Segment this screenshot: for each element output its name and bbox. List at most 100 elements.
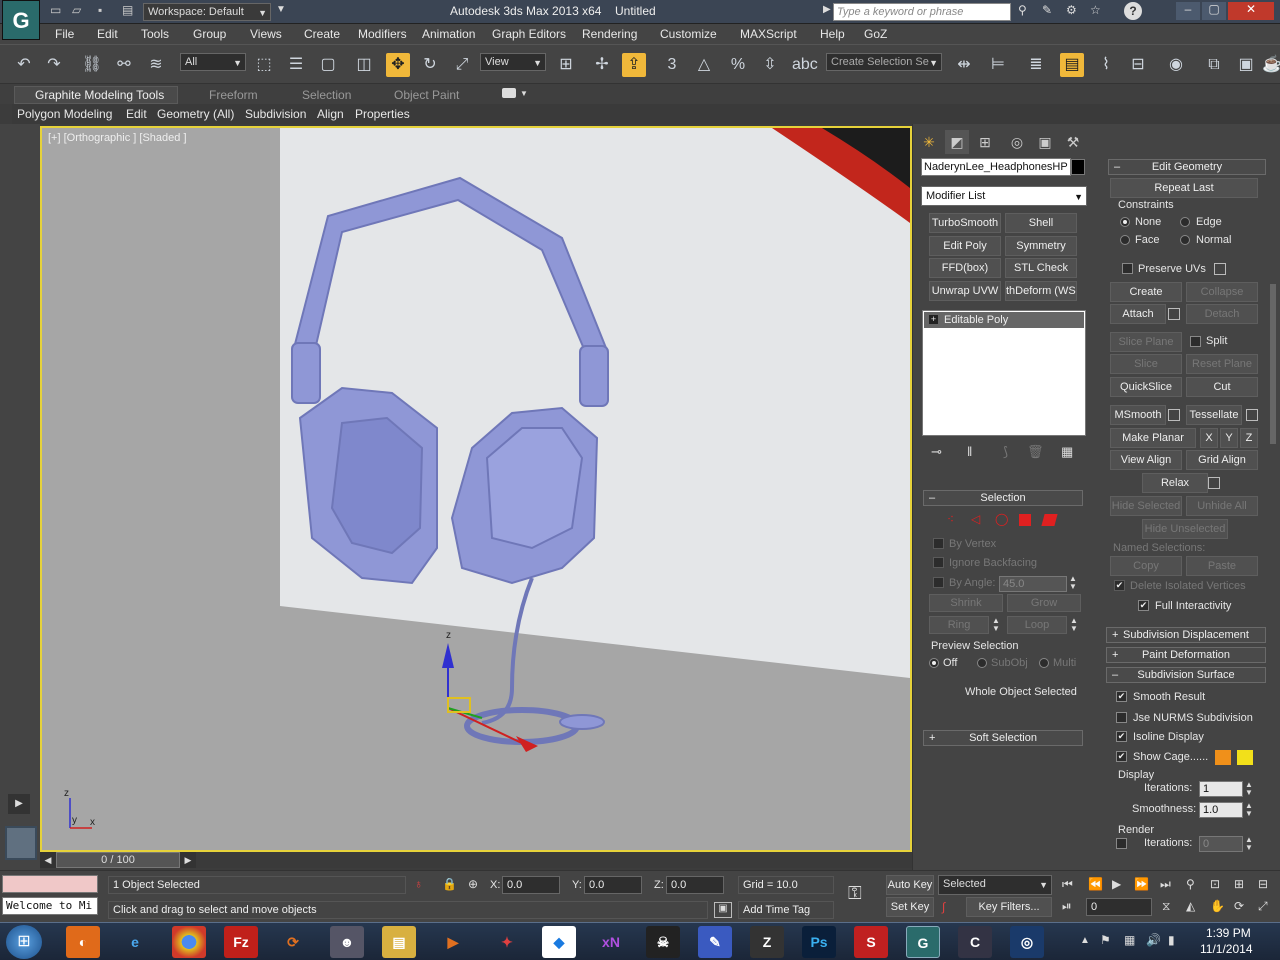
cage-color-swatch-2[interactable] <box>1237 750 1253 765</box>
planar-x-button[interactable]: X <box>1200 428 1218 448</box>
tab-graphite-modeling-tools[interactable]: Graphite Modeling Tools <box>14 86 178 104</box>
smooth-result-checkbox[interactable]: ✔ <box>1116 691 1127 702</box>
ignore-backfacing-checkbox[interactable] <box>933 557 944 568</box>
repeat-last-button[interactable]: Repeat Last <box>1110 178 1258 198</box>
align-icon[interactable]: ⊨ <box>986 53 1010 77</box>
favorites-icon[interactable]: ☆ <box>1090 3 1101 17</box>
hierarchy-tab-icon[interactable]: ⊞ <box>973 130 997 154</box>
time-slider[interactable]: ◀ 0 / 100 ▶ <box>40 852 912 868</box>
edit-poly-button[interactable]: Edit Poly <box>929 236 1001 256</box>
soft-selection-rollout-header[interactable]: + Soft Selection <box>923 730 1083 746</box>
menu-edit[interactable]: Edit <box>97 27 118 41</box>
constraint-face-radio[interactable] <box>1120 235 1130 245</box>
create-selection-set-dropdown[interactable]: Create Selection Se ▼ <box>826 53 942 71</box>
delete-isolated-checkbox[interactable]: ✔ <box>1114 580 1125 591</box>
attach-button[interactable]: Attach <box>1110 304 1166 324</box>
subtab-align[interactable]: Align <box>317 107 344 121</box>
show-cage-checkbox[interactable]: ✔ <box>1116 751 1127 762</box>
x-coordinate-field[interactable]: 0.0 <box>502 876 560 894</box>
make-planar-button[interactable]: Make Planar <box>1110 428 1196 448</box>
chrome-icon[interactable] <box>172 926 206 958</box>
app-logo-icon[interactable]: G <box>2 0 40 40</box>
search-arrow-icon[interactable]: ▶ <box>823 4 831 15</box>
minimize-button[interactable]: – <box>1176 2 1200 20</box>
shrink-button[interactable]: Shrink <box>929 594 1003 612</box>
slice-button[interactable]: Slice <box>1110 354 1182 374</box>
media-player-icon[interactable]: ▶ <box>436 926 470 958</box>
time-tag-icon[interactable]: ▣ <box>714 902 732 918</box>
tray-network-icon[interactable]: ▦ <box>1124 933 1135 947</box>
pivot-center-icon[interactable]: ⊞ <box>554 53 578 77</box>
steam-app-icon[interactable]: ☠ <box>646 926 680 958</box>
thdeform-button[interactable]: thDeform (WSI <box>1005 281 1077 301</box>
menu-graph-editors[interactable]: Graph Editors <box>492 27 566 41</box>
tray-arrow-icon[interactable]: ▲ <box>1080 935 1090 946</box>
network-app-icon[interactable]: ◎ <box>1010 926 1044 958</box>
msmooth-button[interactable]: MSmooth <box>1110 405 1166 425</box>
angle-spinner-arrows-icon[interactable]: ▲ ▼ <box>1069 575 1077 591</box>
loop-spinner-icon[interactable]: ▲ ▼ <box>1070 617 1078 633</box>
selection-lock-icon[interactable]: 🔒 <box>442 877 457 891</box>
absolute-mode-icon[interactable]: ⊕ <box>468 877 478 891</box>
iterations-spinner-arrows-icon[interactable]: ▲ ▼ <box>1245 781 1253 797</box>
sync-app-icon[interactable]: ⟳ <box>276 926 310 958</box>
rendered-frame-icon[interactable]: ▣ <box>1234 53 1258 77</box>
zoom-icon[interactable]: ⚲ <box>1186 877 1195 891</box>
tessellate-button[interactable]: Tessellate <box>1186 405 1242 425</box>
create-button[interactable]: Create <box>1110 282 1182 302</box>
internet-explorer-icon[interactable]: e <box>118 926 152 958</box>
quickslice-button[interactable]: QuickSlice <box>1110 377 1182 397</box>
by-angle-checkbox[interactable] <box>933 577 944 588</box>
create-tab-icon[interactable]: ✳ <box>917 130 941 154</box>
curve-editor-icon[interactable]: ⌇ <box>1094 53 1118 77</box>
isoline-display-checkbox[interactable]: ✔ <box>1116 731 1127 742</box>
by-vertex-checkbox[interactable] <box>933 538 944 549</box>
paste-button[interactable]: Paste <box>1186 556 1258 576</box>
c-app-icon[interactable]: C <box>958 926 992 958</box>
hide-selected-button[interactable]: Hide Selected <box>1110 496 1182 516</box>
menu-tools[interactable]: Tools <box>141 27 169 41</box>
relax-button[interactable]: Relax <box>1142 473 1208 493</box>
go-to-end-icon[interactable]: ⏭ <box>1160 877 1171 892</box>
edge-mode-icon[interactable]: ◁ <box>971 512 980 526</box>
collapse-button[interactable]: Collapse <box>1186 282 1258 302</box>
select-and-rotate-icon[interactable]: ↻ <box>418 53 442 77</box>
isolate-selection-icon[interactable]: ♁ <box>414 877 423 891</box>
maximize-viewport-icon[interactable]: ⤢ <box>1258 899 1268 914</box>
constraint-normal-radio[interactable] <box>1180 235 1190 245</box>
key-mode-dropdown[interactable]: Selected ▼ <box>938 875 1052 895</box>
subdivision-displacement-rollout-header[interactable]: + Subdivision Displacement <box>1106 627 1266 643</box>
photoshop-icon[interactable]: Ps <box>802 926 836 958</box>
element-mode-icon[interactable] <box>1041 514 1058 526</box>
current-frame-field[interactable]: 0 <box>1086 898 1152 916</box>
object-name-field[interactable]: NaderynLee_HeadphonesHP <box>921 158 1071 176</box>
tab-selection[interactable]: Selection <box>302 88 351 102</box>
viewport-layout-arrow-icon[interactable]: ▶ <box>8 794 30 814</box>
go-to-start-icon[interactable]: ⏮ <box>1062 877 1073 892</box>
bind-space-warp-icon[interactable]: ≋ <box>144 53 168 77</box>
z-coordinate-field[interactable]: 0.0 <box>666 876 724 894</box>
mask-app-icon[interactable]: ☻ <box>330 926 364 958</box>
exchange-icon[interactable]: ⚙ <box>1066 3 1077 17</box>
unlink-icon[interactable]: ⚯ <box>112 53 136 77</box>
substance-icon[interactable]: S <box>854 926 888 958</box>
detach-button[interactable]: Detach <box>1186 304 1258 324</box>
previous-frame-icon[interactable]: ⏪ <box>1088 877 1103 891</box>
paint-deformation-rollout-header[interactable]: + Paint Deformation <box>1106 647 1266 663</box>
preserve-uvs-checkbox[interactable] <box>1122 263 1133 274</box>
subtab-geometry-all[interactable]: Geometry (All) <box>157 107 234 121</box>
shell-button[interactable]: Shell <box>1005 213 1077 233</box>
loop-button[interactable]: Loop <box>1007 616 1067 634</box>
select-object-icon[interactable]: ⬚ <box>252 53 276 77</box>
schematic-view-icon[interactable]: ⊟ <box>1126 53 1150 77</box>
grid-align-button[interactable]: Grid Align <box>1186 450 1258 470</box>
menu-customize[interactable]: Customize <box>660 27 717 41</box>
menu-group[interactable]: Group <box>193 27 226 41</box>
hide-unselected-button[interactable]: Hide Unselected <box>1142 519 1228 539</box>
set-key-button[interactable]: Set Key <box>886 897 934 917</box>
make-unique-icon[interactable]: ⟆ <box>1003 444 1008 460</box>
motion-tab-icon[interactable]: ◎ <box>1005 130 1029 154</box>
viewport[interactable]: z z x y [+] [Orthographic ] [Shaded ] <box>40 126 912 852</box>
constraint-none-radio[interactable] <box>1120 217 1130 227</box>
clock-time[interactable]: 1:39 PM <box>1206 926 1251 940</box>
